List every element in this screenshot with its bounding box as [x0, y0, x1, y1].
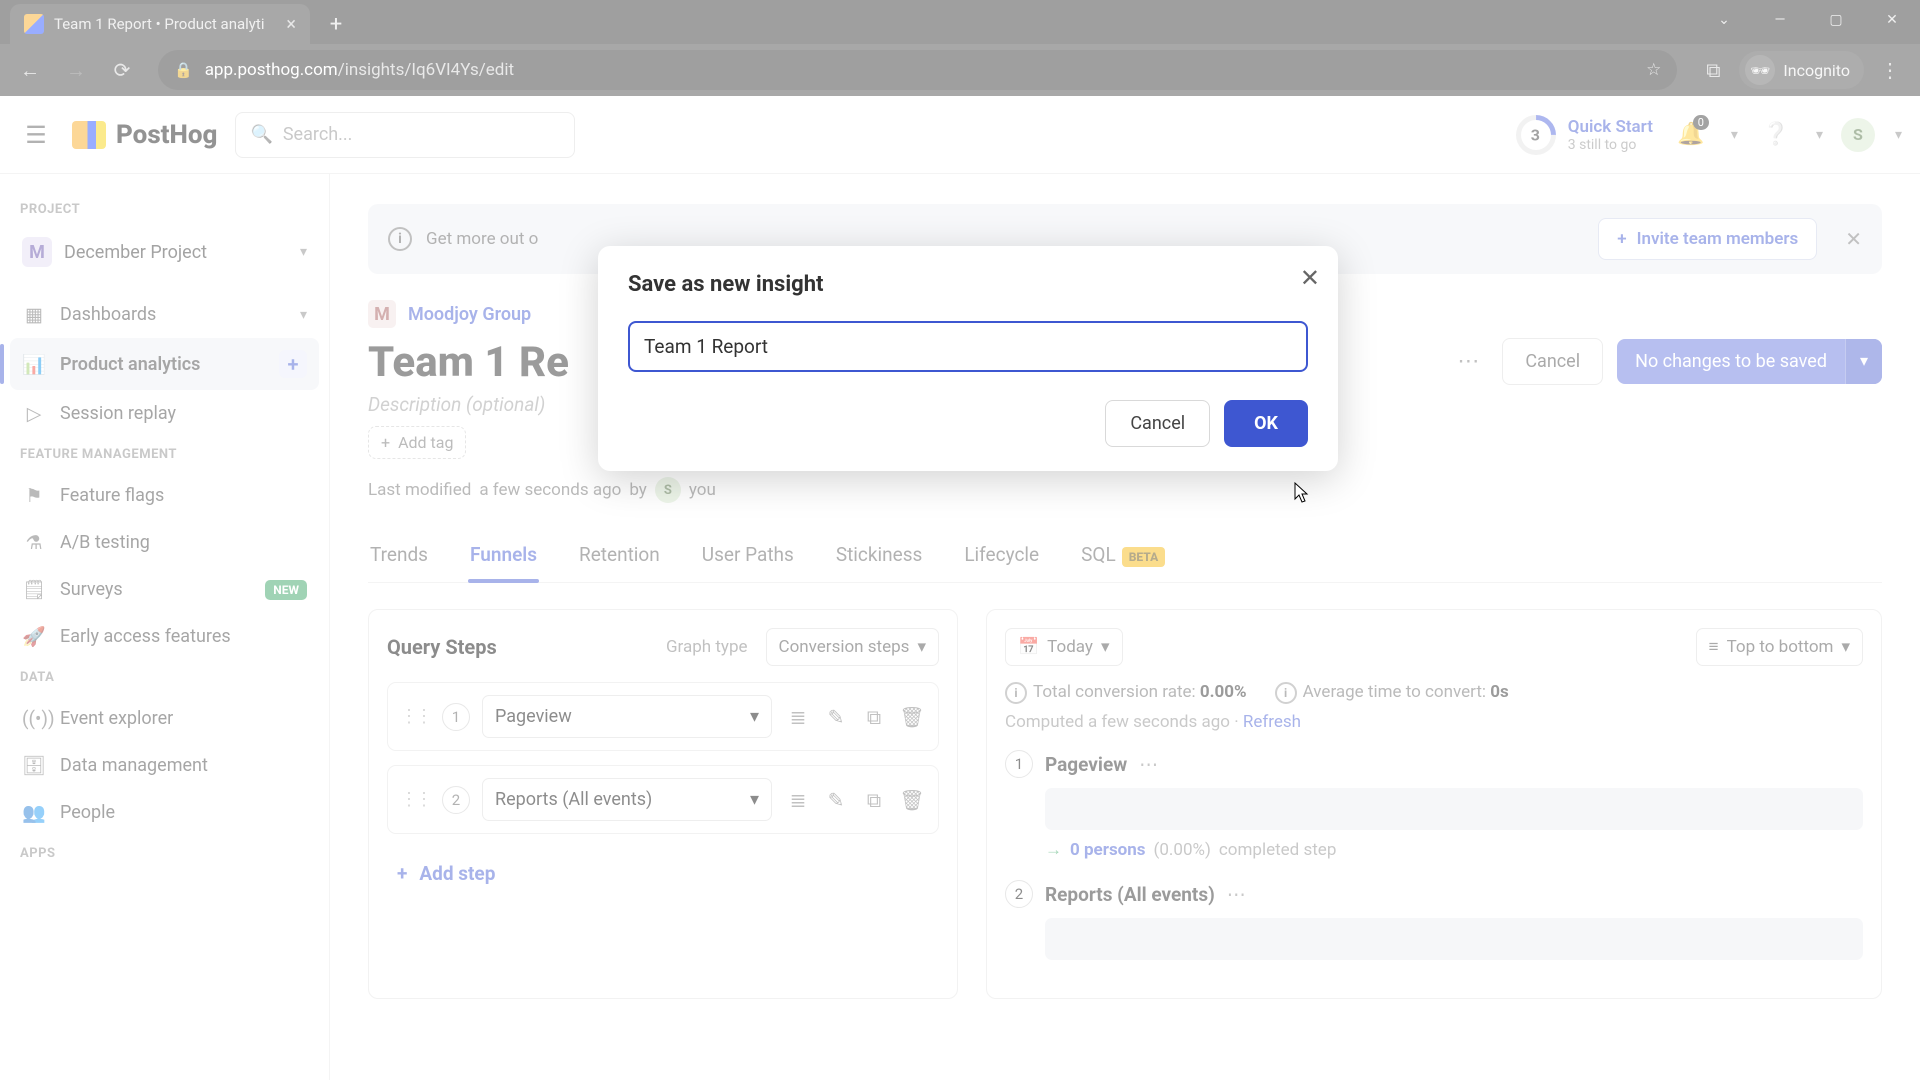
modal-overlay[interactable]	[0, 0, 1920, 1080]
save-as-modal: Save as new insight ✕ Cancel OK	[598, 246, 1338, 471]
close-modal-icon[interactable]: ✕	[1300, 264, 1320, 292]
modal-cancel-button[interactable]: Cancel	[1105, 400, 1210, 447]
modal-ok-button[interactable]: OK	[1224, 400, 1308, 447]
modal-title: Save as new insight	[628, 272, 1308, 297]
insight-name-input[interactable]	[628, 321, 1308, 372]
